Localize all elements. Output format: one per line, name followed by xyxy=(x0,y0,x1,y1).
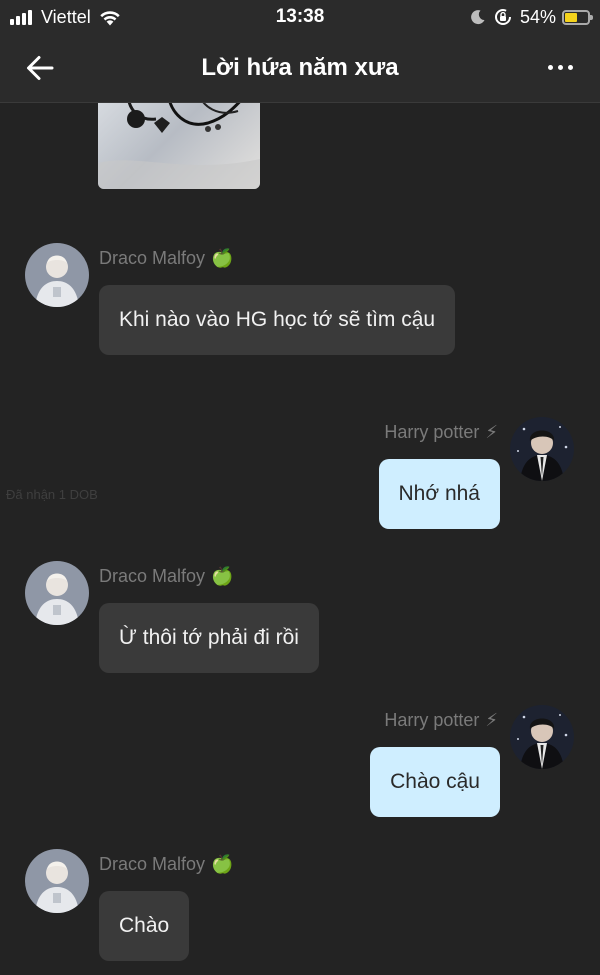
lightning-icon: ⚡ xyxy=(485,422,498,442)
chat-header: Lời hứa năm xưa xyxy=(0,34,600,103)
green-apple-icon: 🍏 xyxy=(211,566,234,586)
faint-timestamp: Đã nhận 1 DOB xyxy=(6,487,98,502)
sender-name-harry: Harry potter ⚡ xyxy=(384,710,498,730)
sender-name-draco: Draco Malfoy 🍏 xyxy=(99,854,234,874)
lightning-icon: ⚡ xyxy=(485,710,498,730)
rotation-lock-icon xyxy=(494,9,511,25)
battery-icon xyxy=(562,9,593,25)
more-options-button[interactable] xyxy=(542,52,578,82)
shared-photo[interactable] xyxy=(98,103,260,189)
bracelet-photo xyxy=(98,103,260,189)
battery-level xyxy=(565,12,577,22)
back-button[interactable] xyxy=(22,50,58,86)
message-bubble-incoming[interactable]: Ừ thôi tớ phải đi rồi xyxy=(99,603,319,673)
message-bubble-outgoing[interactable]: Chào cậu xyxy=(370,747,500,817)
more-icon xyxy=(547,64,553,70)
avatar-harry[interactable] xyxy=(510,417,574,481)
status-right: 54% xyxy=(470,5,593,29)
chat-messages-area[interactable]: Đã nhận 1 DOB Draco Malfoy 🍏 Khi nào vào … xyxy=(0,103,600,975)
sender-name-draco: Draco Malfoy 🍏 xyxy=(99,566,234,586)
message-bubble-incoming[interactable]: Khi nào vào HG học tớ sẽ tìm cậu xyxy=(99,285,456,355)
chat-title: Lời hứa năm xưa xyxy=(201,54,399,81)
moon-icon xyxy=(471,10,485,25)
green-apple-icon: 🍏 xyxy=(211,854,234,874)
battery-percent: 54% xyxy=(519,6,556,27)
message-bubble-incoming[interactable]: Chào xyxy=(99,891,190,961)
green-apple-icon: 🍏 xyxy=(211,248,234,268)
sender-name-draco: Draco Malfoy 🍏 xyxy=(99,248,234,268)
message-bubble-outgoing[interactable]: Nhớ nhá xyxy=(378,459,500,529)
avatar-draco[interactable] xyxy=(25,561,89,625)
avatar-draco[interactable] xyxy=(25,243,89,307)
back-arrow-icon xyxy=(27,56,54,80)
sender-name-harry: Harry potter ⚡ xyxy=(384,422,498,442)
status-bar: Viettel 13:38 54% xyxy=(0,0,600,34)
avatar-harry[interactable] xyxy=(510,705,574,769)
avatar-draco[interactable] xyxy=(25,849,89,913)
